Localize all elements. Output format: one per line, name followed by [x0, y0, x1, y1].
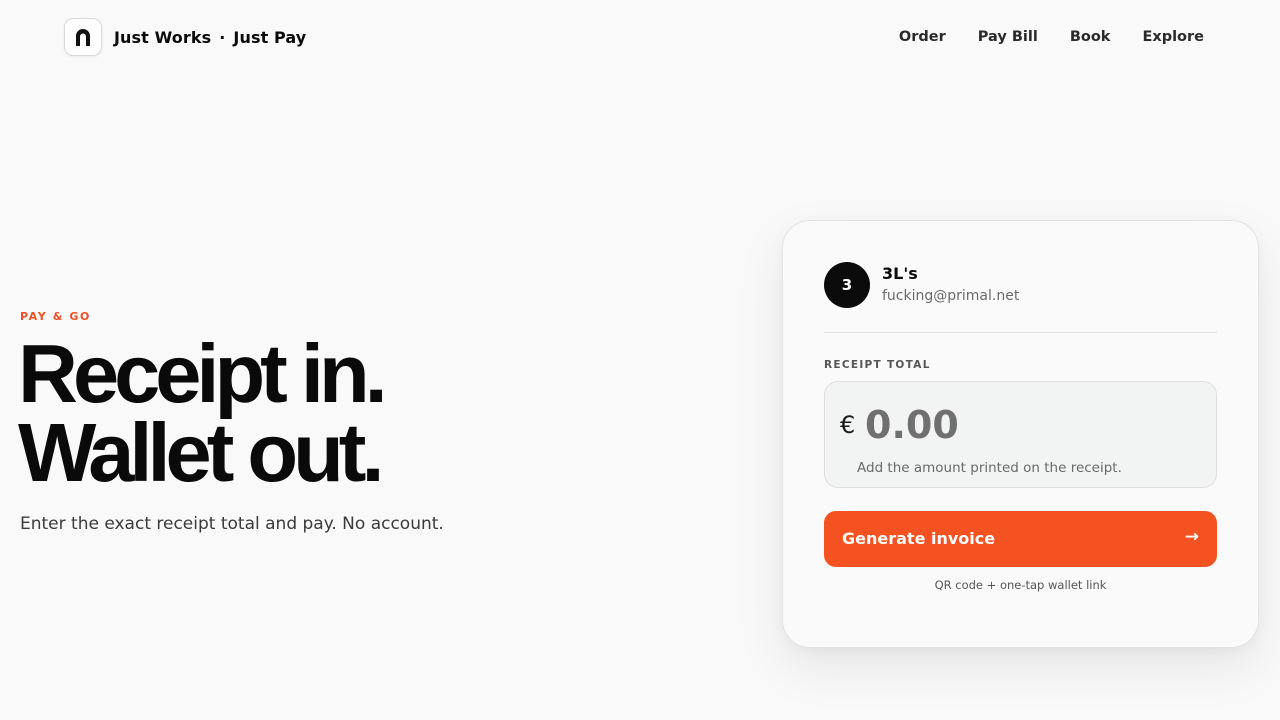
- hero-eyebrow: PAY & GO: [20, 310, 91, 323]
- nav-pay-bill[interactable]: Pay Bill: [978, 27, 1038, 47]
- cta-note: QR code + one-tap wallet link: [934, 578, 1107, 592]
- brand-home-link[interactable]: Just Works · Just Pay: [64, 18, 306, 56]
- amount-hint: Add the amount printed on the receipt.: [857, 460, 1122, 476]
- site-header: Just Works · Just Pay Order Pay Bill Boo…: [0, 0, 1280, 75]
- headline-line-2: Wallet out.: [18, 406, 384, 499]
- nav-book[interactable]: Book: [1070, 27, 1111, 47]
- nav-explore[interactable]: Explore: [1142, 27, 1204, 47]
- receipt-amount-input[interactable]: [865, 400, 1165, 450]
- brand-secondary: Just Pay: [233, 27, 307, 47]
- arrow-right-icon: →: [1184, 527, 1199, 547]
- hero-headline: Receipt in. Wallet out.: [18, 327, 388, 499]
- card-divider: [824, 332, 1217, 333]
- merchant-name: 3L's: [882, 264, 918, 283]
- brand-separator: ·: [219, 27, 226, 47]
- main-nav: Order Pay Bill Book Explore: [867, 27, 1204, 47]
- merchant-info: 3L's fucking@primal.net: [882, 264, 1019, 306]
- arch-logo-icon: [64, 18, 102, 56]
- merchant-header: 3 3L's fucking@primal.net: [824, 262, 1019, 308]
- merchant-avatar: 3: [824, 262, 870, 308]
- nav-order[interactable]: Order: [899, 27, 946, 47]
- headline-line-1: Receipt in.: [18, 327, 388, 420]
- payment-card: 3 3L's fucking@primal.net RECEIPT TOTAL …: [782, 220, 1259, 648]
- brand-name: Just Works · Just Pay: [114, 28, 306, 47]
- merchant-email: fucking@primal.net: [882, 288, 1020, 304]
- hero-subline: Enter the exact receipt total and pay. N…: [20, 514, 444, 534]
- receipt-total-label: RECEIPT TOTAL: [824, 359, 931, 371]
- currency-symbol: €: [840, 411, 856, 439]
- amount-field-box: € Add the amount printed on the receipt.: [824, 381, 1217, 488]
- generate-invoice-label: Generate invoice: [842, 529, 996, 548]
- brand-primary: Just Works: [114, 27, 212, 47]
- generate-invoice-button[interactable]: Generate invoice →: [824, 511, 1217, 567]
